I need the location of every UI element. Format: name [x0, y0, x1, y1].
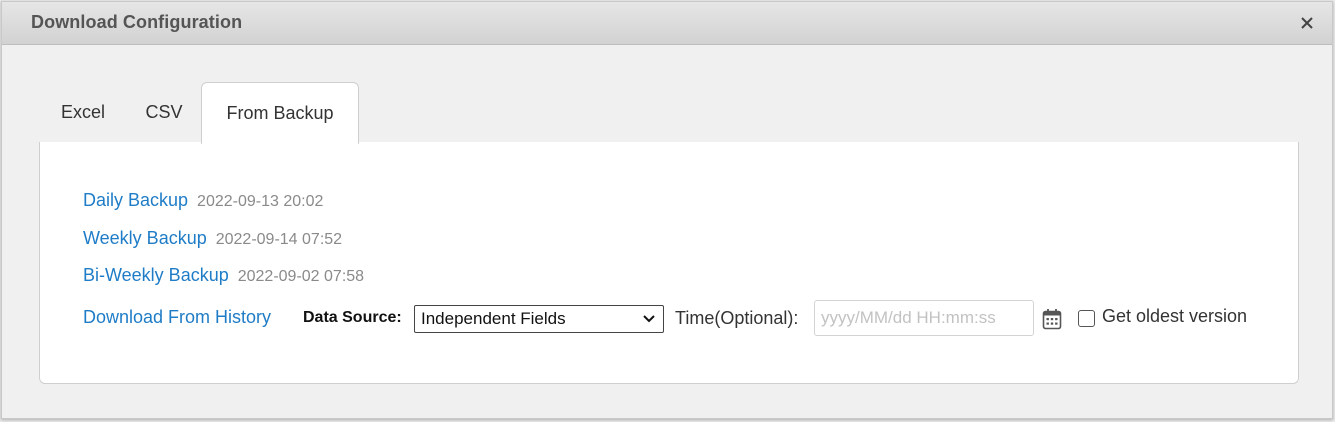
data-source-label: Data Source:	[303, 309, 402, 326]
biweekly-backup-timestamp: 2022-09-02 07:58	[237, 268, 365, 285]
close-icon[interactable]	[1298, 14, 1316, 32]
oldest-version-checkbox[interactable]	[1078, 310, 1095, 327]
weekly-backup-timestamp: 2022-09-14 07:52	[215, 231, 343, 248]
time-label: Time(Optional):	[675, 308, 799, 328]
biweekly-backup-link[interactable]: Bi-Weekly Backup	[83, 265, 229, 285]
from-backup-panel: Daily Backup 2022-09-13 20:02 Weekly Back…	[39, 142, 1299, 384]
history-row: Download From History	[83, 307, 271, 328]
backup-row-weekly: Weekly Backup 2022-09-14 07:52	[83, 228, 342, 249]
download-from-history-link[interactable]: Download From History	[83, 307, 271, 327]
daily-backup-link[interactable]: Daily Backup	[83, 190, 188, 210]
oldest-version-label[interactable]: Get oldest version	[1102, 306, 1247, 327]
download-configuration-dialog: Download Configuration Excel CSV From Ba…	[1, 1, 1333, 419]
weekly-backup-link[interactable]: Weekly Backup	[83, 228, 207, 248]
dialog-titlebar: Download Configuration	[2, 2, 1332, 45]
time-input[interactable]	[814, 300, 1034, 336]
tab-from-backup[interactable]: From Backup	[201, 82, 359, 144]
data-source-select[interactable]: Independent Fields	[414, 305, 664, 333]
tab-csv[interactable]: CSV	[122, 82, 206, 143]
chevron-down-icon	[643, 315, 655, 323]
dialog-title: Download Configuration	[31, 12, 243, 32]
data-source-value: Independent Fields	[421, 309, 566, 328]
tab-excel[interactable]: Excel	[50, 82, 116, 143]
daily-backup-timestamp: 2022-09-13 20:02	[197, 193, 324, 210]
calendar-icon[interactable]	[1042, 308, 1062, 330]
backup-row-daily: Daily Backup 2022-09-13 20:02	[83, 190, 323, 211]
backup-row-biweekly: Bi-Weekly Backup 2022-09-02 07:58	[83, 265, 364, 286]
